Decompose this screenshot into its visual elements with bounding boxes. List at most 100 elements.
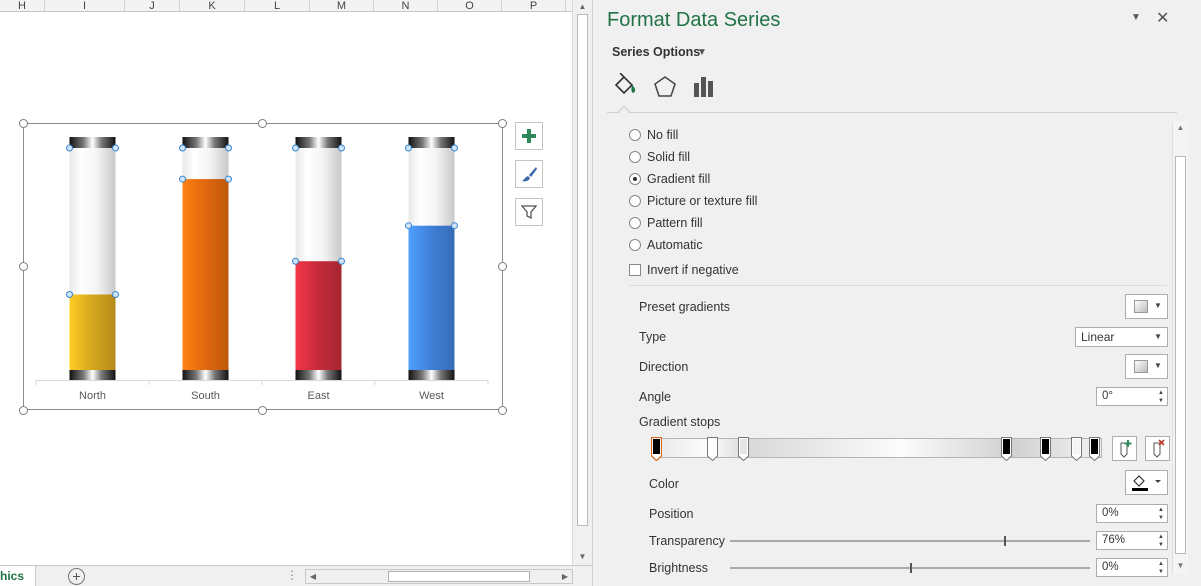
- gradient-stops-bar[interactable]: [656, 438, 1102, 458]
- column-header-p[interactable]: P: [502, 0, 566, 11]
- series-options-dropdown[interactable]: Series Options: [612, 45, 700, 59]
- tab-splitter[interactable]: ⋮: [286, 568, 298, 582]
- picture-texture-fill-option[interactable]: Picture or texture fill: [629, 192, 757, 210]
- chart-filters-button[interactable]: [515, 198, 543, 226]
- spin-down-icon[interactable]: ▼: [1158, 514, 1164, 522]
- gradient-stop[interactable]: [707, 437, 718, 461]
- angle-spinner[interactable]: 0° ▲ ▼: [1096, 387, 1168, 406]
- radio-button[interactable]: [629, 239, 641, 251]
- spin-up-icon[interactable]: ▲: [1158, 533, 1164, 541]
- direction-dropdown[interactable]: ▼: [1125, 354, 1168, 379]
- column-header-o[interactable]: O: [438, 0, 502, 11]
- sheet-vertical-scrollbar[interactable]: ▲ ▼: [572, 0, 592, 565]
- radio-button[interactable]: [629, 151, 641, 163]
- scroll-down-icon[interactable]: ▼: [573, 550, 592, 564]
- column-header-k[interactable]: K: [180, 0, 245, 11]
- gradient-stop[interactable]: [1071, 437, 1082, 461]
- close-icon[interactable]: ✕: [1156, 8, 1169, 28]
- plus-icon: [522, 129, 536, 143]
- chevron-down-icon[interactable]: ▼: [697, 47, 707, 58]
- no-fill-option[interactable]: No fill: [629, 126, 678, 144]
- resize-handle-top-left[interactable]: [19, 119, 28, 128]
- chevron-down-icon: ▼: [1154, 361, 1162, 370]
- fill-line-icon[interactable]: [611, 73, 639, 101]
- chevron-down-icon[interactable]: ▼: [1131, 12, 1141, 23]
- column-header-l[interactable]: L: [245, 0, 310, 11]
- position-spinner[interactable]: 0% ▲ ▼: [1096, 504, 1168, 523]
- radio-button-selected[interactable]: [629, 173, 641, 185]
- gradient-stop[interactable]: [738, 437, 749, 461]
- resize-handle-top-right[interactable]: [498, 119, 507, 128]
- gradient-fill-option[interactable]: Gradient fill: [629, 170, 710, 188]
- resize-handle-left[interactable]: [19, 262, 28, 271]
- bar-chart[interactable]: North South East West: [24, 124, 504, 411]
- scroll-up-icon[interactable]: ▲: [573, 0, 592, 14]
- spin-down-icon[interactable]: ▼: [1158, 568, 1164, 576]
- type-dropdown[interactable]: Linear ▼: [1075, 327, 1168, 347]
- column-header-h[interactable]: H: [0, 0, 45, 11]
- option-label: Solid fill: [647, 150, 691, 164]
- gradient-stop[interactable]: [1001, 437, 1012, 461]
- automatic-fill-option[interactable]: Automatic: [629, 236, 703, 254]
- chart-area[interactable]: North South East West: [23, 123, 503, 410]
- transparency-spinner[interactable]: 76% ▲ ▼: [1096, 531, 1168, 550]
- effects-pentagon-icon[interactable]: [651, 73, 679, 101]
- resize-handle-bottom-right[interactable]: [498, 406, 507, 415]
- gradient-swatch-icon: [1134, 300, 1148, 313]
- series-options-bar-icon[interactable]: [690, 73, 718, 101]
- color-dropdown[interactable]: [1125, 470, 1168, 495]
- chart-elements-button[interactable]: [515, 122, 543, 150]
- chart-styles-button[interactable]: [515, 160, 543, 188]
- resize-handle-top[interactable]: [258, 119, 267, 128]
- add-sheet-icon[interactable]: +: [68, 568, 85, 585]
- spin-up-icon[interactable]: ▲: [1158, 560, 1164, 568]
- preset-gradients-dropdown[interactable]: ▼: [1125, 294, 1168, 319]
- sheet-tab[interactable]: hics: [0, 566, 36, 586]
- spin-up-icon[interactable]: ▲: [1158, 506, 1164, 514]
- pattern-fill-option[interactable]: Pattern fill: [629, 214, 703, 232]
- brightness-spinner[interactable]: 0% ▲ ▼: [1096, 558, 1168, 577]
- solid-fill-option[interactable]: Solid fill: [629, 148, 690, 166]
- radio-button[interactable]: [629, 129, 641, 141]
- transparency-slider-thumb[interactable]: [1003, 536, 1006, 546]
- gradient-stop[interactable]: [1040, 437, 1051, 461]
- resize-handle-bottom[interactable]: [258, 406, 267, 415]
- scroll-thumb[interactable]: [577, 14, 588, 526]
- scroll-right-icon[interactable]: ▶: [558, 570, 572, 583]
- gradient-stop-selected[interactable]: [651, 437, 662, 461]
- scroll-thumb[interactable]: [1175, 156, 1186, 554]
- spin-down-icon[interactable]: ▼: [1158, 541, 1164, 549]
- spin-down-icon[interactable]: ▼: [1158, 397, 1164, 405]
- paintbrush-icon: [522, 167, 537, 182]
- transparency-slider[interactable]: [730, 540, 1090, 542]
- scroll-up-icon[interactable]: ▲: [1173, 122, 1188, 134]
- sheet-horizontal-scrollbar[interactable]: ◀ ▶: [305, 569, 573, 584]
- scroll-down-icon[interactable]: ▼: [1173, 560, 1188, 572]
- add-stop-icon: [1120, 440, 1132, 458]
- selection-handle: [225, 144, 232, 152]
- tab-divider: [607, 112, 1177, 113]
- resize-handle-right[interactable]: [498, 262, 507, 271]
- scroll-left-icon[interactable]: ◀: [306, 570, 320, 583]
- column-header-j[interactable]: J: [125, 0, 180, 11]
- add-gradient-stop-button[interactable]: [1112, 436, 1137, 461]
- checkbox[interactable]: [629, 264, 641, 276]
- column-headers: H I J K L M N O P: [0, 0, 572, 12]
- radio-button[interactable]: [629, 195, 641, 207]
- pane-vertical-scrollbar[interactable]: ▲ ▼: [1172, 122, 1188, 574]
- format-data-series-pane: Format Data Series ▼ ✕ Series Options ▼ …: [592, 0, 1201, 586]
- radio-button[interactable]: [629, 217, 641, 229]
- spin-up-icon[interactable]: ▲: [1158, 389, 1164, 397]
- brightness-slider-thumb[interactable]: [910, 563, 912, 573]
- remove-gradient-stop-button[interactable]: [1145, 436, 1170, 461]
- resize-handle-bottom-left[interactable]: [19, 406, 28, 415]
- scroll-thumb[interactable]: [388, 571, 530, 582]
- brightness-label: Brightness: [649, 561, 709, 575]
- gradient-stop[interactable]: [1089, 437, 1100, 461]
- invert-if-negative-option[interactable]: Invert if negative: [629, 261, 739, 279]
- bar-east: [295, 261, 342, 370]
- column-header-m[interactable]: M: [310, 0, 374, 11]
- option-label: Pattern fill: [647, 216, 703, 230]
- column-header-n[interactable]: N: [374, 0, 438, 11]
- column-header-i[interactable]: I: [45, 0, 125, 11]
